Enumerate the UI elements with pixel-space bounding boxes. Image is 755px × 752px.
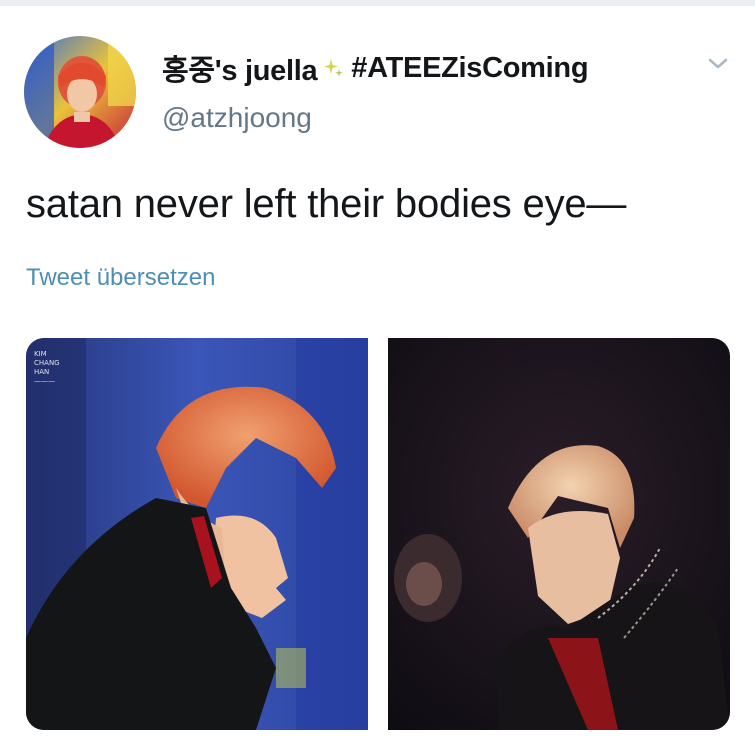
translate-link[interactable]: Tweet übersetzen <box>26 264 215 292</box>
photo-right[interactable] <box>388 338 730 730</box>
tweet-media: KIM CHANG HAN ——— <box>26 338 730 730</box>
chevron-down-icon[interactable] <box>704 54 732 74</box>
sparkle-icon <box>323 57 345 79</box>
display-name[interactable]: 홍중's juella <box>162 47 318 89</box>
tweet-text: satan never left their bodies eye— <box>26 182 627 226</box>
tweet-header: 홍중's juella #ATEEZisComing @atzhjoong <box>24 36 734 148</box>
name-row: 홍중's juella #ATEEZisComing <box>162 47 589 89</box>
top-divider <box>0 0 755 6</box>
bottom-edge <box>0 742 755 752</box>
photo-left[interactable]: KIM CHANG HAN ——— <box>26 338 368 730</box>
avatar[interactable] <box>24 36 136 148</box>
tweet-screenshot: 홍중's juella #ATEEZisComing @atzhjoong sa… <box>0 0 755 752</box>
hashtag[interactable]: #ATEEZisComing <box>351 52 588 85</box>
handle[interactable]: @atzhjoong <box>162 102 312 134</box>
watermark: KIM CHANG HAN ——— <box>34 350 60 385</box>
